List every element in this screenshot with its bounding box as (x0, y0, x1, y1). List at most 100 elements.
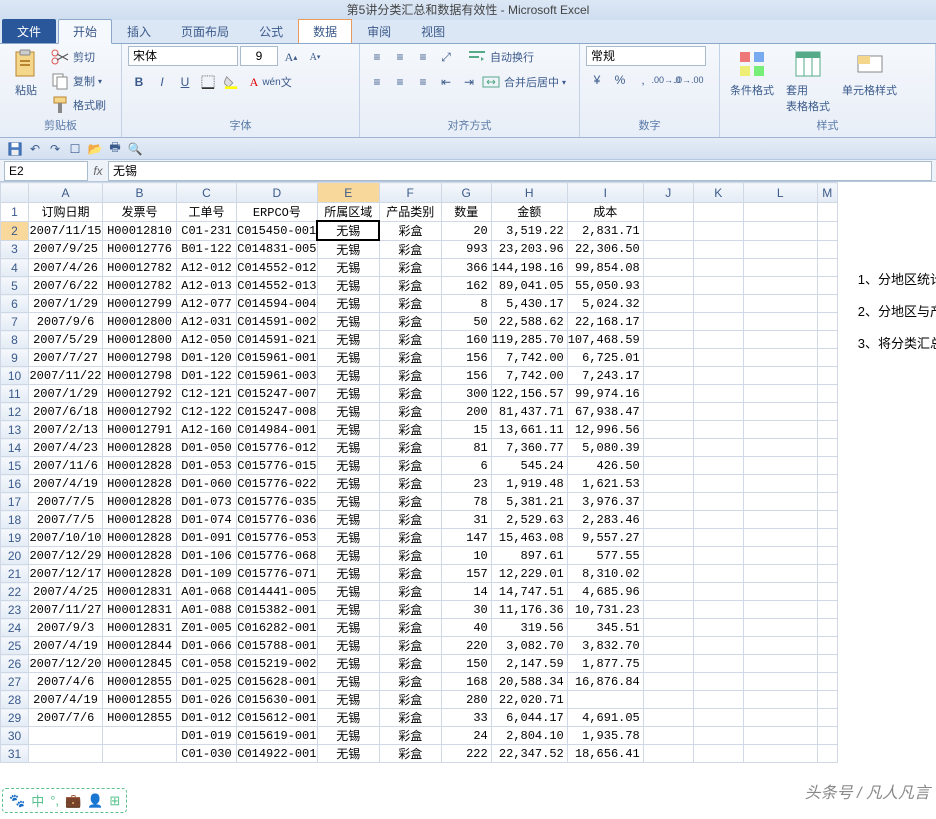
data-cell[interactable]: 彩盒 (379, 385, 441, 403)
data-cell[interactable]: C01-231 (177, 221, 237, 240)
data-cell[interactable]: C015450-001 (237, 221, 318, 240)
data-cell[interactable]: 2007/12/20 (29, 655, 103, 673)
copy-button[interactable]: 复制▾ (50, 70, 106, 92)
fill-color-button[interactable] (220, 71, 242, 93)
col-header-D[interactable]: D (237, 183, 318, 203)
data-cell[interactable]: C12-122 (177, 403, 237, 421)
data-cell[interactable]: C015247-008 (237, 403, 318, 421)
col-header-G[interactable]: G (441, 183, 491, 203)
data-cell[interactable]: 无锡 (317, 727, 379, 745)
data-cell[interactable]: H00012776 (103, 240, 177, 259)
col-header-E[interactable]: E (317, 183, 379, 203)
row-header[interactable]: 24 (1, 619, 29, 637)
data-cell[interactable]: 89,041.05 (491, 277, 567, 295)
data-cell[interactable]: 无锡 (317, 583, 379, 601)
data-cell[interactable]: 3,976.37 (567, 493, 643, 511)
data-cell[interactable]: C016282-001 (237, 619, 318, 637)
data-cell[interactable]: C015776-022 (237, 475, 318, 493)
data-cell[interactable]: 2007/2/13 (29, 421, 103, 439)
data-cell[interactable]: 无锡 (317, 691, 379, 709)
data-cell[interactable]: H00012782 (103, 259, 177, 277)
data-cell[interactable]: 无锡 (317, 511, 379, 529)
data-cell[interactable]: 67,938.47 (567, 403, 643, 421)
row-header[interactable]: 13 (1, 421, 29, 439)
cell-styles-button[interactable]: 单元格样式 (838, 46, 901, 100)
data-cell[interactable]: 5,080.39 (567, 439, 643, 457)
data-cell[interactable]: H00012831 (103, 601, 177, 619)
data-cell[interactable]: 300 (441, 385, 491, 403)
align-right-button[interactable]: ≡ (412, 71, 434, 93)
data-cell[interactable]: 1,919.48 (491, 475, 567, 493)
data-cell[interactable]: H00012792 (103, 385, 177, 403)
fx-icon[interactable]: fx (88, 164, 108, 178)
data-cell[interactable]: 彩盒 (379, 709, 441, 727)
data-cell[interactable]: 2007/7/5 (29, 493, 103, 511)
data-cell[interactable]: 彩盒 (379, 421, 441, 439)
paste-button[interactable]: 粘贴 (6, 46, 46, 100)
data-cell[interactable]: H00012828 (103, 457, 177, 475)
percent-button[interactable]: % (609, 69, 631, 91)
data-cell[interactable]: H00012845 (103, 655, 177, 673)
data-cell[interactable]: C015619-001 (237, 727, 318, 745)
data-cell[interactable]: C01-058 (177, 655, 237, 673)
data-cell[interactable]: C014591-021 (237, 331, 318, 349)
data-cell[interactable]: 2007/6/22 (29, 277, 103, 295)
data-cell[interactable]: 2007/4/19 (29, 691, 103, 709)
data-cell[interactable]: 2,529.63 (491, 511, 567, 529)
row-header[interactable]: 16 (1, 475, 29, 493)
row-header[interactable]: 10 (1, 367, 29, 385)
data-cell[interactable]: 22,306.50 (567, 240, 643, 259)
align-left-button[interactable]: ≡ (366, 71, 388, 93)
data-cell[interactable]: 彩盒 (379, 331, 441, 349)
data-cell[interactable]: 无锡 (317, 331, 379, 349)
data-cell[interactable]: H00012855 (103, 691, 177, 709)
data-cell[interactable]: 无锡 (317, 673, 379, 691)
data-cell[interactable]: 6 (441, 457, 491, 475)
underline-button[interactable]: U (174, 71, 196, 93)
data-cell[interactable]: C015630-001 (237, 691, 318, 709)
data-cell[interactable]: 11,176.36 (491, 601, 567, 619)
data-cell[interactable]: C015776-053 (237, 529, 318, 547)
data-cell[interactable]: 彩盒 (379, 727, 441, 745)
data-cell[interactable]: 无锡 (317, 259, 379, 277)
data-cell[interactable]: 9,557.27 (567, 529, 643, 547)
data-cell[interactable]: C014984-001 (237, 421, 318, 439)
header-cell[interactable]: 发票号 (103, 203, 177, 222)
tab-formula[interactable]: 公式 (244, 19, 298, 43)
data-cell[interactable]: 20,588.34 (491, 673, 567, 691)
conditional-format-button[interactable]: 条件格式 (726, 46, 778, 100)
col-header-K[interactable]: K (693, 183, 743, 203)
data-cell[interactable]: D01-060 (177, 475, 237, 493)
data-cell[interactable]: 7,243.17 (567, 367, 643, 385)
data-cell[interactable]: 40 (441, 619, 491, 637)
bold-button[interactable]: B (128, 71, 150, 93)
data-cell[interactable]: 无锡 (317, 385, 379, 403)
data-cell[interactable]: 31 (441, 511, 491, 529)
data-cell[interactable]: C014594-004 (237, 295, 318, 313)
data-cell[interactable]: 157 (441, 565, 491, 583)
merge-center-button[interactable]: 合并后居中▾ (481, 71, 566, 93)
data-cell[interactable]: 15 (441, 421, 491, 439)
data-cell[interactable]: 16,876.84 (567, 673, 643, 691)
data-cell[interactable]: A12-031 (177, 313, 237, 331)
data-cell[interactable]: D01-053 (177, 457, 237, 475)
row-header[interactable]: 26 (1, 655, 29, 673)
data-cell[interactable]: 2007/9/25 (29, 240, 103, 259)
data-cell[interactable]: C015382-001 (237, 601, 318, 619)
phonetic-button[interactable]: wén文 (266, 71, 288, 93)
data-cell[interactable]: 200 (441, 403, 491, 421)
data-cell[interactable]: 7,742.00 (491, 349, 567, 367)
row-header[interactable]: 18 (1, 511, 29, 529)
data-cell[interactable]: 无锡 (317, 601, 379, 619)
data-cell[interactable]: 2007/1/29 (29, 295, 103, 313)
data-cell[interactable]: H00012782 (103, 277, 177, 295)
tab-data[interactable]: 数据 (298, 19, 352, 43)
data-cell[interactable]: C015776-015 (237, 457, 318, 475)
row-header[interactable]: 3 (1, 240, 29, 259)
data-cell[interactable]: 33 (441, 709, 491, 727)
header-cell[interactable]: 工单号 (177, 203, 237, 222)
data-cell[interactable]: 156 (441, 367, 491, 385)
data-cell[interactable]: A12-160 (177, 421, 237, 439)
wrap-text-button[interactable]: 自动换行 (467, 46, 534, 68)
data-cell[interactable]: 6,044.17 (491, 709, 567, 727)
